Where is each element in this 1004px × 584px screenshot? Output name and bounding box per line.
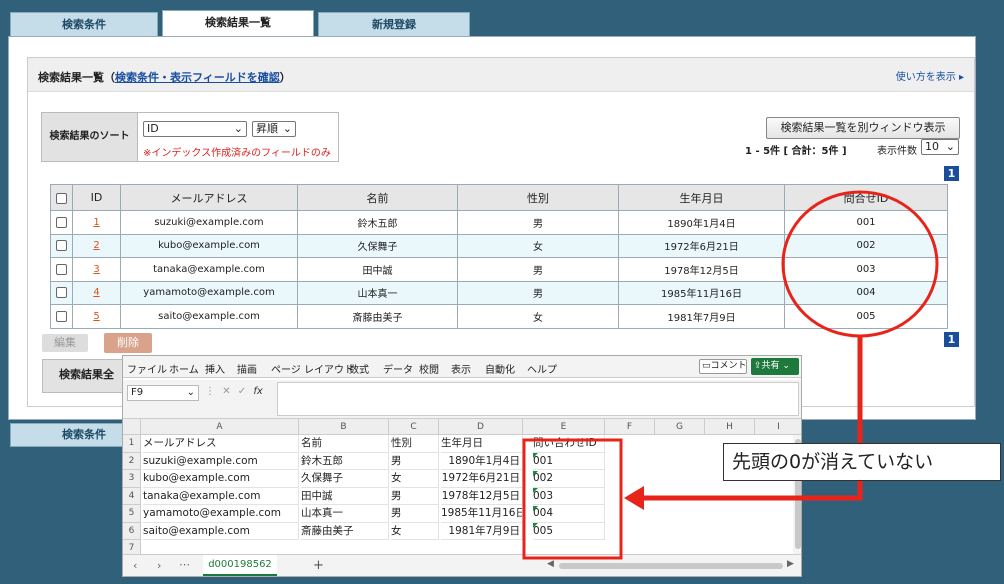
- callout-box: 先頭の0が消えていない: [723, 443, 1001, 481]
- highlight-rectangle: [522, 438, 623, 560]
- highlight-ellipse: [781, 190, 939, 338]
- arrow-head: [624, 486, 644, 510]
- annotation-overlay: [522, 190, 939, 560]
